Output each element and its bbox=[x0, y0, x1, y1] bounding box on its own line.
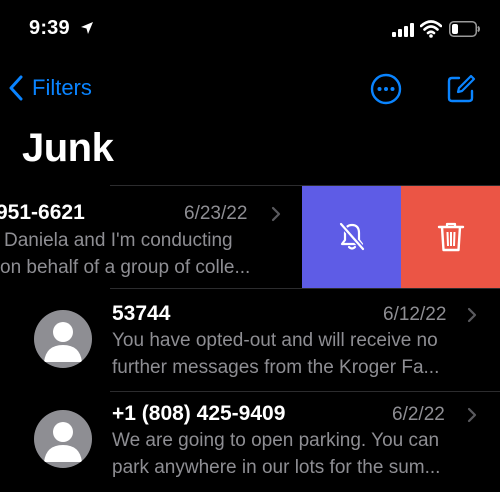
person-silhouette-icon bbox=[44, 422, 82, 462]
message-preview-line: You have opted-out and will receive no bbox=[112, 330, 438, 351]
wifi-icon bbox=[420, 20, 442, 38]
status-time: 9:39 bbox=[29, 17, 70, 39]
navigation-bar: Filters bbox=[0, 68, 500, 108]
cellular-signal-icon bbox=[392, 23, 414, 37]
chevron-right-icon bbox=[467, 307, 477, 323]
delete-button[interactable] bbox=[401, 186, 500, 288]
message-sender: 951-6621 bbox=[0, 201, 85, 224]
message-date: 6/23/22 bbox=[184, 203, 248, 224]
bell-slash-icon bbox=[338, 222, 365, 251]
trash-icon bbox=[437, 222, 464, 252]
message-date: 6/2/22 bbox=[392, 404, 445, 425]
person-silhouette-icon bbox=[44, 322, 82, 362]
contact-avatar bbox=[34, 310, 92, 368]
location-arrow-icon bbox=[81, 22, 93, 34]
message-preview-line: on behalf of a group of colle... bbox=[0, 257, 251, 278]
more-options-button[interactable] bbox=[370, 73, 402, 105]
message-row[interactable]: 53744 6/12/22 You have opted-out and wil… bbox=[0, 289, 500, 392]
battery-icon bbox=[449, 21, 480, 37]
back-button[interactable]: Filters bbox=[8, 68, 92, 108]
message-row[interactable]: 951-6621 6/23/22 Daniela and I'm conduct… bbox=[0, 186, 302, 288]
message-preview-line: further messages from the Kroger Fa... bbox=[112, 357, 440, 378]
contact-avatar bbox=[34, 410, 92, 468]
chevron-right-icon bbox=[271, 206, 281, 222]
page-title: Junk bbox=[22, 126, 114, 170]
message-row[interactable]: +1 (808) 425-9409 6/2/22 We are going to… bbox=[0, 392, 500, 492]
message-sender: 53744 bbox=[112, 302, 171, 325]
message-preview-line: We are going to open parking. You can bbox=[112, 430, 440, 451]
back-button-label: Filters bbox=[32, 75, 92, 100]
compose-button[interactable] bbox=[446, 74, 476, 104]
message-date: 6/12/22 bbox=[383, 304, 447, 325]
chevron-left-icon bbox=[9, 75, 23, 101]
status-bar: 9:39 bbox=[0, 0, 500, 60]
chevron-right-icon bbox=[467, 407, 477, 423]
message-preview-line: park anywhere in our lots for the sum... bbox=[112, 457, 441, 478]
message-preview-line: Daniela and I'm conducting bbox=[4, 230, 233, 251]
mute-alerts-button[interactable] bbox=[302, 186, 401, 288]
message-sender: +1 (808) 425-9409 bbox=[112, 402, 286, 425]
